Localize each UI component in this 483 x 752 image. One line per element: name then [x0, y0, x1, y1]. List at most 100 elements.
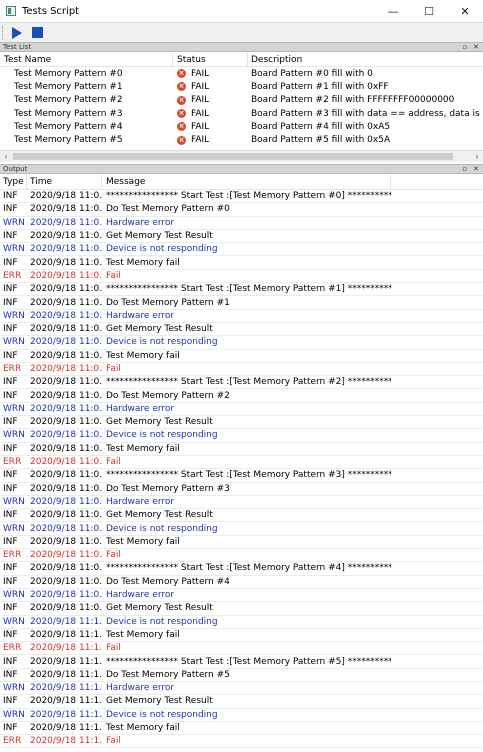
log-row[interactable]: WRN 2020/9/18 11:0... Hardware error	[0, 403, 483, 417]
status-text: FAIL	[191, 135, 210, 146]
log-row[interactable]: ERR 2020/9/18 11:0... Fail	[0, 363, 483, 377]
log-message: Get Memory Test Result	[106, 417, 213, 428]
log-row[interactable]: ERR 2020/9/18 11:1... Fail	[0, 735, 483, 749]
test-row[interactable]: Test Memory Pattern #5 × FAIL Board Pattern…	[0, 133, 483, 146]
log-type: INF	[3, 284, 18, 295]
scrollbar-thumb[interactable]	[13, 153, 453, 160]
log-row[interactable]: WRN 2020/9/18 11:0... Hardware error	[0, 217, 483, 230]
test-row[interactable]: Test Memory Pattern #3 × FAIL Board Pattern…	[0, 107, 483, 120]
log-row[interactable]: WRN 2020/9/18 11:0... Device is not respon…	[0, 429, 483, 443]
log-type: INF	[3, 417, 18, 428]
log-row[interactable]: INF 2020/9/18 11:0... Get Memory Test Resu…	[0, 230, 483, 244]
log-time: 2020/9/18 11:0...	[30, 191, 102, 202]
log-row[interactable]: INF 2020/9/18 11:0... Do Test Memory Patte…	[0, 296, 483, 310]
log-row[interactable]: INF 2020/9/18 11:0... **************** Sta…	[0, 283, 483, 297]
pin-icon[interactable]: ▫	[462, 43, 467, 51]
log-row[interactable]: INF 2020/9/18 11:0... **************** Sta…	[0, 469, 483, 483]
log-row[interactable]: INF 2020/9/18 11:0... **************** Sta…	[0, 562, 483, 576]
status-text: FAIL	[191, 68, 210, 79]
log-message: Test Memory fail	[106, 723, 180, 734]
log-row[interactable]: INF 2020/9/18 11:0... Do Test Memory Patte…	[0, 203, 483, 217]
log-type: INF	[3, 603, 18, 614]
test-row[interactable]: Test Memory Pattern #2 × FAIL Board Pattern…	[0, 94, 483, 107]
log-message: Fail	[106, 643, 121, 654]
log-row[interactable]: INF 2020/9/18 11:0... Do Test Memory Patte…	[0, 389, 483, 403]
log-message: Do Test Memory Pattern #4	[106, 576, 230, 587]
log-row[interactable]: INF 2020/9/18 11:1... **************** Sta…	[0, 655, 483, 669]
log-time: 2020/9/18 11:0...	[30, 204, 102, 215]
maximize-button[interactable]: ☐	[411, 0, 447, 22]
column-header-time[interactable]: Time	[27, 175, 102, 189]
log-row[interactable]: INF 2020/9/18 11:0... Get Memory Test Resu…	[0, 323, 483, 337]
log-type: INF	[3, 470, 18, 481]
log-type: WRN	[3, 310, 25, 321]
log-row[interactable]: INF 2020/9/18 11:0... Get Memory Test Resu…	[0, 509, 483, 523]
log-row[interactable]: WRN 2020/9/18 11:0... Hardware error	[0, 496, 483, 510]
log-row[interactable]: WRN 2020/9/18 11:0... Hardware error	[0, 310, 483, 323]
stop-button[interactable]	[28, 24, 46, 42]
horizontal-scrollbar[interactable]: ‹ ›	[0, 150, 483, 162]
log-time: 2020/9/18 11:0...	[30, 590, 102, 601]
close-button[interactable]: ✕	[447, 0, 483, 22]
scroll-left-icon[interactable]: ‹	[0, 151, 12, 163]
test-row[interactable]: Test Memory Pattern #1 × FAIL Board Pattern…	[0, 80, 483, 93]
log-row[interactable]: WRN 2020/9/18 11:1... Device is not respon…	[0, 616, 483, 629]
test-row[interactable]: Test Memory Pattern #4 × FAIL Board Pattern…	[0, 120, 483, 133]
log-type: INF	[3, 563, 18, 574]
log-row[interactable]: INF 2020/9/18 11:0... **************** Sta…	[0, 190, 483, 204]
log-row[interactable]: INF 2020/9/18 11:0... Test Memory fail	[0, 443, 483, 456]
test-row[interactable]: Test Memory Pattern #0 × FAIL Board Pattern…	[0, 67, 483, 80]
log-row[interactable]: WRN 2020/9/18 11:0... Hardware error	[0, 589, 483, 603]
log-row[interactable]: WRN 2020/9/18 11:1... Device is not respon…	[0, 709, 483, 722]
log-row[interactable]: ERR 2020/9/18 11:0... Fail	[0, 549, 483, 563]
column-header-test-name[interactable]: Test Name	[0, 53, 173, 66]
run-button[interactable]	[8, 24, 26, 42]
log-row[interactable]: WRN 2020/9/18 11:0... Device is not respon…	[0, 243, 483, 257]
column-header-status[interactable]: Status	[173, 53, 248, 66]
log-row[interactable]: ERR 2020/9/18 11:0... Fail	[0, 456, 483, 470]
log-message: Get Memory Test Result	[106, 231, 213, 242]
log-time: 2020/9/18 11:1...	[30, 723, 102, 734]
log-row[interactable]: INF 2020/9/18 11:1... Get Memory Test Resu…	[0, 695, 483, 709]
log-type: INF	[3, 483, 18, 494]
log-time: 2020/9/18 11:0...	[30, 377, 102, 388]
column-header-description[interactable]: Description	[248, 53, 483, 66]
output-header: Type Time Message	[0, 175, 483, 190]
log-row[interactable]: INF 2020/9/18 11:0... Test Memory fail	[0, 536, 483, 550]
log-row[interactable]: INF 2020/9/18 11:0... **************** Sta…	[0, 376, 483, 390]
minimize-button[interactable]: —	[375, 0, 411, 22]
log-row[interactable]: INF 2020/9/18 11:0... Test Memory fail	[0, 350, 483, 363]
log-row[interactable]: INF 2020/9/18 11:0... Test Memory fail	[0, 256, 483, 270]
log-time: 2020/9/18 11:1...	[30, 736, 102, 747]
log-row[interactable]: INF 2020/9/18 11:1... Test Memory fail	[0, 722, 483, 736]
log-row[interactable]: ERR 2020/9/18 11:0... Fail	[0, 270, 483, 284]
log-message: Device is not responding	[106, 244, 218, 255]
log-row[interactable]: INF 2020/9/18 11:0... Do Test Memory Patte…	[0, 576, 483, 589]
log-row[interactable]: INF 2020/9/18 11:0... Get Memory Test Resu…	[0, 416, 483, 430]
column-header-type[interactable]: Type	[0, 175, 27, 189]
toolbar-grip[interactable]	[2, 25, 6, 40]
log-row[interactable]: INF 2020/9/18 11:1... Do Test Memory Patte…	[0, 669, 483, 682]
highlight-bar: INF 2020/9/18 11:1... Test Memory fail	[0, 629, 391, 641]
panel-close-icon[interactable]: ✕	[473, 43, 479, 51]
log-row[interactable]: INF 2020/9/18 11:1... Test Memory fail	[0, 629, 483, 643]
fail-icon: ×	[177, 82, 186, 92]
log-row[interactable]: WRN 2020/9/18 11:0... Device is not respon…	[0, 522, 483, 536]
panel-close-icon[interactable]: ✕	[473, 165, 479, 173]
status-text: FAIL	[191, 81, 210, 92]
log-message: Test Memory fail	[106, 443, 180, 454]
log-time: 2020/9/18 11:1...	[30, 709, 102, 720]
pin-icon[interactable]: ▫	[462, 165, 467, 173]
log-row[interactable]: INF 2020/9/18 11:0... Do Test Memory Patte…	[0, 483, 483, 496]
highlight-bar: INF 2020/9/18 11:0... Test Memory fail	[0, 350, 391, 362]
log-row[interactable]: WRN 2020/9/18 11:0... Device is not respon…	[0, 336, 483, 350]
log-row[interactable]: WRN 2020/9/18 11:1... Hardware error	[0, 682, 483, 696]
log-type: WRN	[3, 616, 25, 627]
log-row[interactable]: INF 2020/9/18 11:0... Get Memory Test Resu…	[0, 602, 483, 616]
column-header-message[interactable]: Message	[102, 175, 391, 189]
log-type: INF	[3, 377, 18, 388]
log-type: ERR	[3, 364, 22, 374]
log-row[interactable]: ERR 2020/9/18 11:1... Fail	[0, 642, 483, 656]
log-type: INF	[3, 629, 18, 640]
scroll-right-icon[interactable]: ›	[471, 151, 483, 163]
